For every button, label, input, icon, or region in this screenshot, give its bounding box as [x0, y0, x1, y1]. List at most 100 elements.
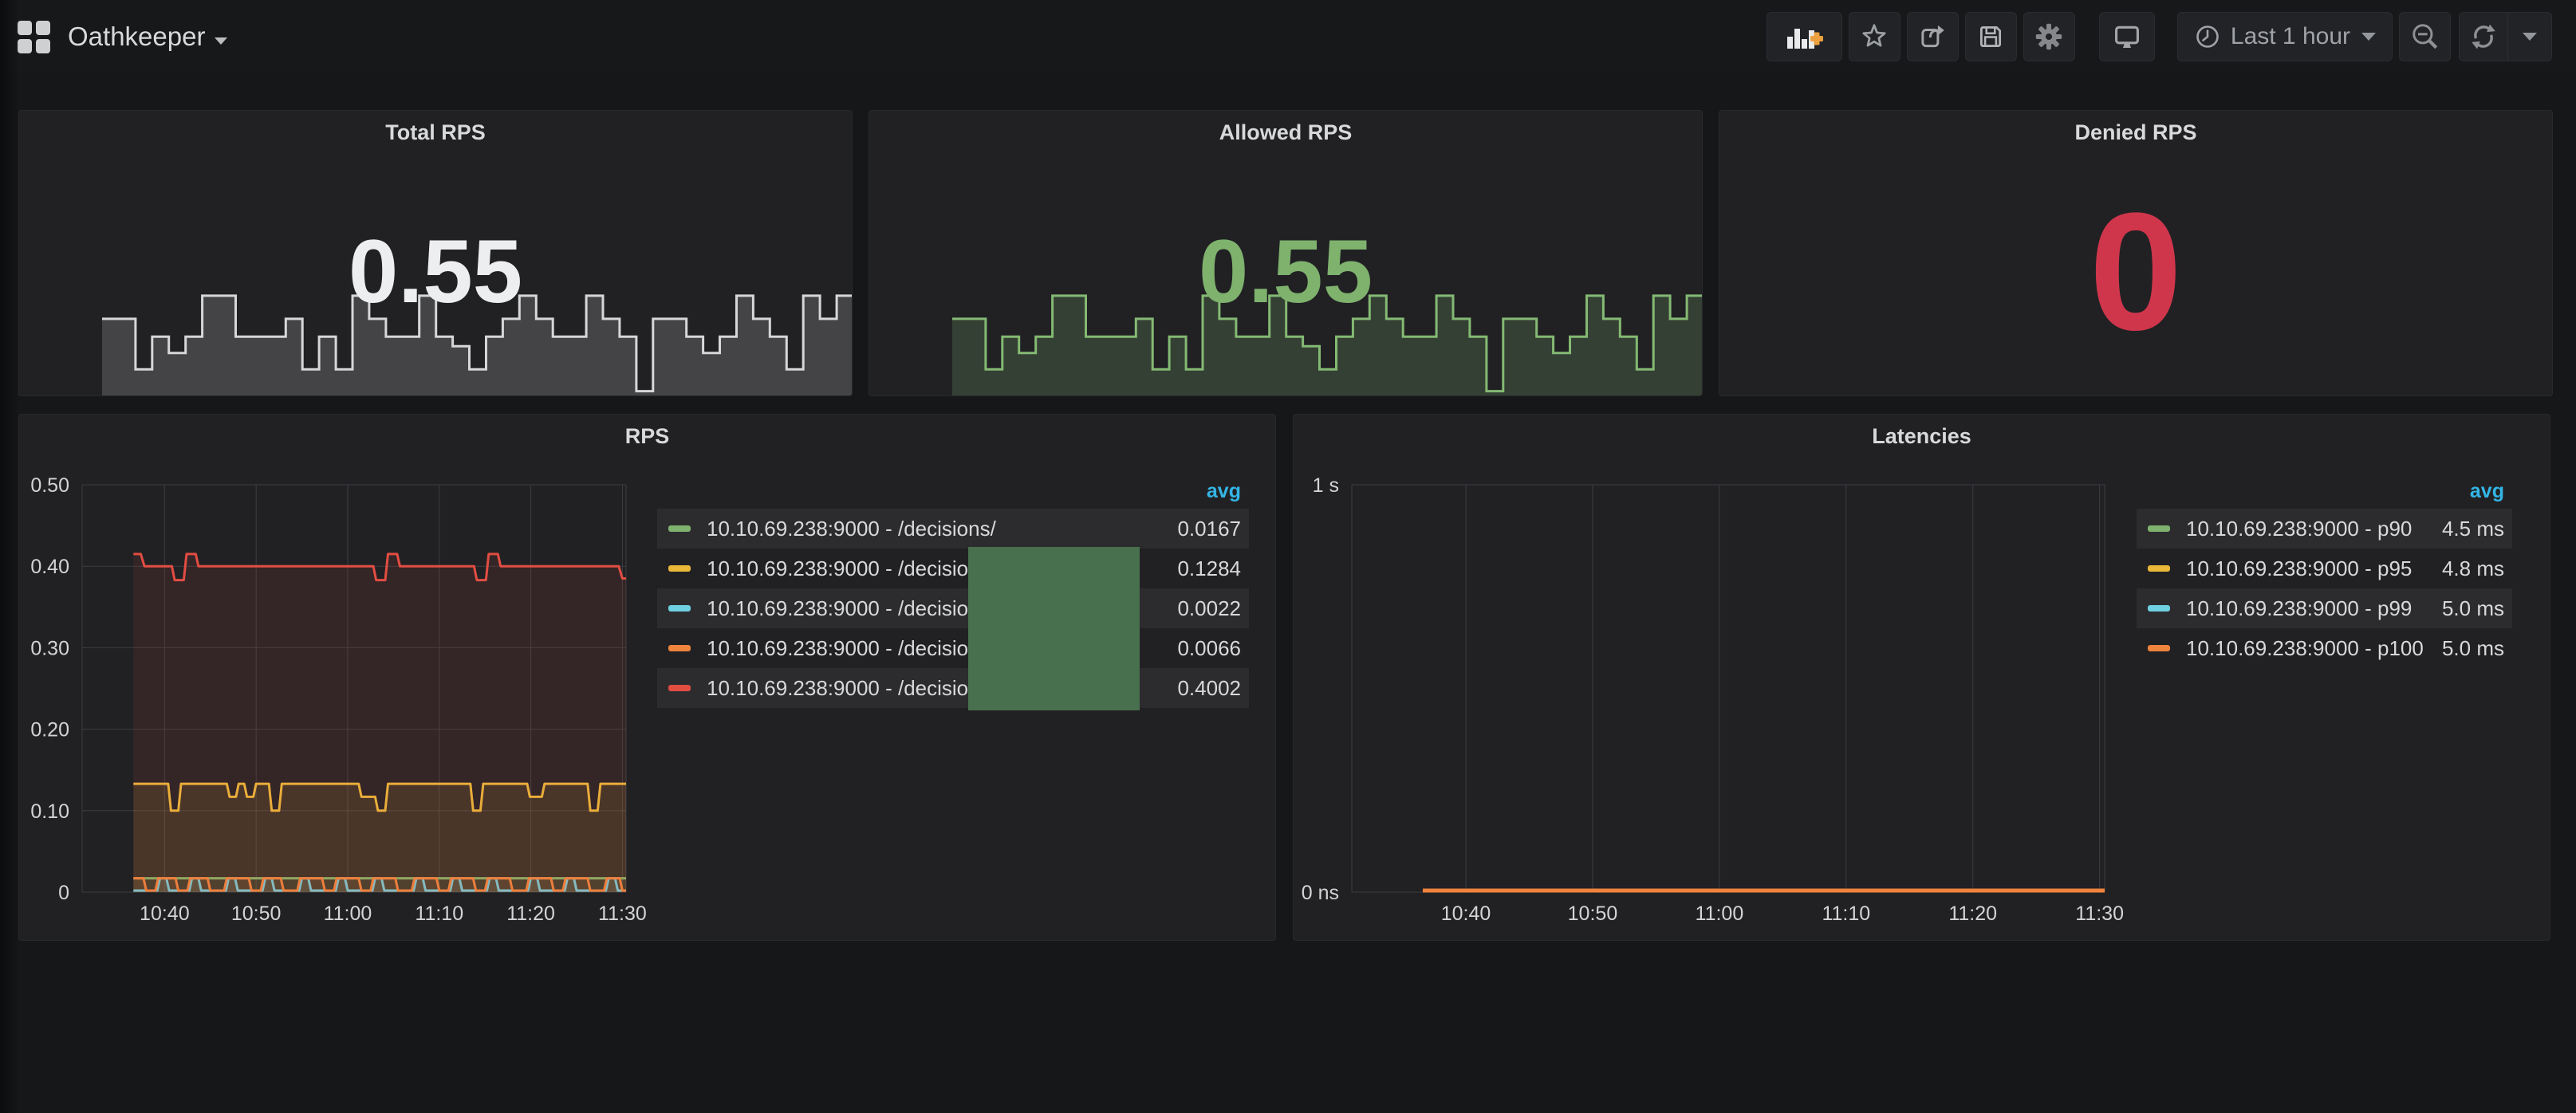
series-color-swatch[interactable]	[668, 605, 691, 612]
cycle-view-mode-button[interactable]	[2099, 12, 2155, 61]
legend-row[interactable]: 10.10.69.238:9000 - /decisions/0.4002	[657, 668, 1249, 708]
dashboards-grid-icon[interactable]	[18, 21, 50, 53]
series-avg-value: 5.0 ms	[2442, 636, 2504, 661]
panel-title-latencies[interactable]: Latencies	[1294, 424, 2550, 449]
rps-legend: avg 10.10.69.238:9000 - /decisions/0.016…	[657, 474, 1249, 708]
refresh-icon	[2469, 22, 2498, 51]
series-label[interactable]: 10.10.69.238:9000 - p95	[2186, 556, 2432, 581]
navbar-left: Oathkeeper	[18, 21, 227, 53]
panel-title-denied-rps[interactable]: Denied RPS	[1719, 120, 2552, 145]
svg-text:11:10: 11:10	[1822, 903, 1870, 925]
navbar: Oathkeeper	[0, 0, 2576, 73]
star-button[interactable]	[1849, 12, 1900, 61]
chevron-down-icon	[215, 37, 227, 45]
time-range-picker[interactable]: Last 1 hour	[2177, 12, 2393, 61]
legend-row[interactable]: 10.10.69.238:9000 - /decisions/0.0167	[657, 509, 1249, 549]
series-avg-value: 5.0 ms	[2442, 596, 2504, 621]
clock-icon	[2194, 23, 2221, 50]
refresh-split-button	[2459, 12, 2552, 61]
add-panel-icon	[1785, 22, 1823, 51]
series-avg-value: 0.0022	[1177, 596, 1241, 621]
star-icon	[1860, 22, 1889, 51]
panel-allowed-rps: Allowed RPS 0.55	[869, 110, 1703, 396]
series-color-swatch[interactable]	[668, 685, 691, 691]
svg-text:11:20: 11:20	[506, 903, 555, 925]
svg-text:1 s: 1 s	[1313, 474, 1339, 497]
share-icon	[1918, 22, 1947, 51]
svg-text:10:40: 10:40	[1441, 903, 1491, 925]
legend-row[interactable]: 10.10.69.238:9000 - /decisions/0.1284	[657, 549, 1249, 588]
legend-row[interactable]: 10.10.69.238:9000 - /decisions/0.0022	[657, 588, 1249, 628]
legend-avg-header[interactable]: avg	[2137, 474, 2512, 509]
left-edge-shade	[0, 0, 19, 1113]
svg-text:11:30: 11:30	[2075, 903, 2124, 925]
save-icon	[1976, 22, 2005, 51]
panel-title-total-rps[interactable]: Total RPS	[19, 120, 852, 145]
stat-value-total-rps: 0.55	[19, 227, 852, 317]
refresh-button[interactable]	[2460, 13, 2507, 61]
svg-text:0: 0	[58, 882, 69, 904]
series-color-swatch[interactable]	[668, 645, 691, 651]
svg-text:11:00: 11:00	[324, 903, 372, 925]
series-color-swatch[interactable]	[2148, 645, 2170, 651]
series-color-swatch[interactable]	[668, 565, 691, 572]
series-color-swatch[interactable]	[2148, 565, 2170, 572]
series-avg-value: 0.0066	[1177, 636, 1241, 661]
latencies-legend: avg 10.10.69.238:9000 - p904.5 ms10.10.6…	[2137, 474, 2512, 668]
share-button[interactable]	[1907, 12, 1959, 61]
settings-button[interactable]	[2023, 12, 2075, 61]
refresh-interval-button[interactable]	[2507, 13, 2551, 61]
series-color-swatch[interactable]	[2148, 525, 2170, 532]
legend-avg-header[interactable]: avg	[657, 474, 1249, 509]
series-label[interactable]: 10.10.69.238:9000 - p90	[2186, 517, 2432, 541]
legend-row[interactable]: 10.10.69.238:9000 - /decisions/0.0066	[657, 628, 1249, 668]
time-range-label: Last 1 hour	[2231, 23, 2350, 50]
zoom-out-button[interactable]	[2399, 12, 2451, 61]
series-avg-value: 4.5 ms	[2442, 517, 2504, 541]
time-range-caret-icon	[2361, 33, 2376, 41]
legend-row[interactable]: 10.10.69.238:9000 - p100 5.0 ms	[2137, 628, 2512, 668]
svg-text:10:50: 10:50	[231, 903, 282, 925]
panel-rps: RPS 0 0.10 0.20 0.30 0.40 0.50 10:40 10:50 11:00…	[18, 414, 1276, 941]
svg-text:0 ns: 0 ns	[1302, 882, 1339, 904]
svg-text:10:50: 10:50	[1568, 903, 1618, 925]
series-avg-value: 0.4002	[1177, 676, 1241, 701]
navbar-right: Last 1 hour	[1767, 12, 2552, 61]
svg-text:0.40: 0.40	[30, 556, 69, 578]
svg-text:0.30: 0.30	[30, 637, 69, 659]
svg-text:11:10: 11:10	[415, 903, 463, 925]
legend-row[interactable]: 10.10.69.238:9000 - p90 4.5 ms	[2137, 509, 2512, 549]
save-button[interactable]	[1965, 12, 2017, 61]
svg-text:10:40: 10:40	[140, 903, 190, 925]
legend-row[interactable]: 10.10.69.238:9000 - p95 4.8 ms	[2137, 549, 2512, 588]
panel-total-rps: Total RPS 0.55	[18, 110, 853, 396]
panel-latencies: Latencies 0 ns 1 s 10:40 10:50 11:00 11:10 11:…	[1293, 414, 2550, 941]
series-color-swatch[interactable]	[668, 525, 691, 532]
svg-text:11:00: 11:00	[1696, 903, 1744, 925]
series-label[interactable]: 10.10.69.238:9000 - p99	[2186, 596, 2432, 621]
add-panel-button[interactable]	[1767, 12, 1842, 61]
svg-text:0.50: 0.50	[30, 474, 69, 497]
zoom-out-icon	[2410, 22, 2440, 52]
legend-row[interactable]: 10.10.69.238:9000 - p99 5.0 ms	[2137, 588, 2512, 628]
stat-value-allowed-rps: 0.55	[869, 227, 1702, 317]
series-avg-value: 0.0167	[1177, 517, 1241, 541]
svg-text:0.20: 0.20	[30, 719, 69, 741]
panel-title-rps[interactable]: RPS	[19, 424, 1275, 449]
svg-text:11:20: 11:20	[1948, 903, 1997, 925]
series-label[interactable]: 10.10.69.238:9000 - /decisions/	[707, 517, 1168, 541]
stat-value-denied-rps: 0	[1719, 188, 2552, 356]
dashboard-title[interactable]: Oathkeeper	[68, 22, 205, 52]
svg-text:0.10: 0.10	[30, 800, 69, 823]
refresh-interval-caret-icon	[2523, 33, 2537, 41]
tv-kiosk-icon	[2112, 22, 2142, 52]
green-overlay-rect	[968, 547, 1140, 710]
gear-icon	[2034, 22, 2064, 52]
series-avg-value: 4.8 ms	[2442, 556, 2504, 581]
series-color-swatch[interactable]	[2148, 605, 2170, 612]
panel-title-allowed-rps[interactable]: Allowed RPS	[869, 120, 1702, 145]
panel-denied-rps: Denied RPS 0	[1719, 110, 2553, 396]
series-avg-value: 0.1284	[1177, 556, 1241, 581]
svg-text:11:30: 11:30	[598, 903, 647, 925]
series-label[interactable]: 10.10.69.238:9000 - p100	[2186, 636, 2432, 661]
